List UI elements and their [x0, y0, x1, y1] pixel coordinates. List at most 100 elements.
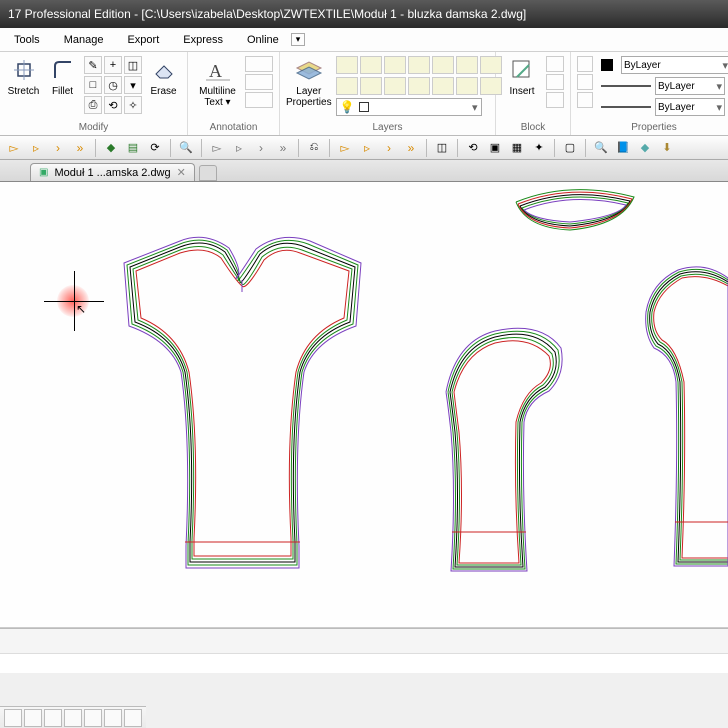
- tb-btn-10[interactable]: ▹: [229, 138, 249, 158]
- modify-mini-1[interactable]: ✎: [84, 56, 102, 74]
- tb-btn-3[interactable]: ›: [48, 138, 68, 158]
- linetype-swatch: [601, 106, 651, 108]
- fillet-button[interactable]: Fillet: [45, 56, 80, 97]
- ribbon-label-layers: Layers: [286, 120, 489, 135]
- lineweight-swatch: [601, 85, 651, 87]
- modify-mini-4[interactable]: □: [84, 76, 102, 94]
- insert-button[interactable]: Insert: [502, 56, 542, 97]
- close-tab-icon[interactable]: ✕: [177, 166, 186, 179]
- layer-btn-11[interactable]: [408, 77, 430, 95]
- menu-bar: Tools Manage Export Express Online ▾: [0, 28, 728, 52]
- status-btn-6[interactable]: [104, 709, 122, 727]
- tb-btn-1[interactable]: ▻: [4, 138, 24, 158]
- tb-btn-26[interactable]: ◆: [635, 138, 655, 158]
- modify-mini-5[interactable]: ◷: [104, 76, 122, 94]
- tb-btn-5[interactable]: ◆: [101, 138, 121, 158]
- tb-btn-24[interactable]: 🔍: [591, 138, 611, 158]
- ribbon-group-layers: Layer Properties: [280, 52, 496, 135]
- modify-mini-grid: ✎ + ◫ □ ◷ ▾ ⎙ ⟲ ✧: [84, 56, 142, 114]
- layer-btn-3[interactable]: [384, 56, 406, 74]
- layer-btn-6[interactable]: [456, 56, 478, 74]
- status-btn-3[interactable]: [44, 709, 62, 727]
- erase-button[interactable]: Erase: [146, 56, 181, 97]
- status-btn-2[interactable]: [24, 709, 42, 727]
- ribbon-group-properties: ByLayer▾ ByLayer▾ ByLayer▾ Properties: [571, 52, 728, 135]
- tb-btn-7[interactable]: ⟳: [145, 138, 165, 158]
- layer-btn-4[interactable]: [408, 56, 430, 74]
- annotation-mini-2[interactable]: [245, 74, 273, 90]
- prop-side-3[interactable]: [577, 92, 593, 108]
- layer-btn-5[interactable]: [432, 56, 454, 74]
- linetype-select[interactable]: ByLayer▾: [655, 98, 725, 116]
- tb-btn-15[interactable]: ▹: [357, 138, 377, 158]
- tb-btn-16[interactable]: ›: [379, 138, 399, 158]
- command-line-input[interactable]: [0, 653, 728, 673]
- menu-dropdown-icon[interactable]: ▾: [291, 33, 306, 46]
- document-tabs: ▣ Moduł 1 ...amska 2.dwg ✕: [0, 160, 728, 182]
- layer-properties-button[interactable]: Layer Properties: [286, 56, 332, 108]
- tb-btn-18[interactable]: ◫: [432, 138, 452, 158]
- menu-express[interactable]: Express: [171, 34, 235, 46]
- modify-mini-8[interactable]: ⟲: [104, 96, 122, 114]
- status-btn-4[interactable]: [64, 709, 82, 727]
- layer-btn-12[interactable]: [432, 77, 454, 95]
- menu-manage[interactable]: Manage: [52, 34, 116, 46]
- multiline-text-button[interactable]: A Multiline Text ▾: [194, 56, 241, 108]
- tb-btn-11[interactable]: ›: [251, 138, 271, 158]
- menu-tools[interactable]: Tools: [2, 34, 52, 46]
- status-btn-1[interactable]: [4, 709, 22, 727]
- annotation-mini-1[interactable]: [245, 56, 273, 72]
- block-mini-1[interactable]: [546, 56, 564, 72]
- status-btn-7[interactable]: [124, 709, 142, 727]
- layer-btn-9[interactable]: [360, 77, 382, 95]
- color-select[interactable]: ByLayer▾: [621, 56, 728, 74]
- pattern-drawing: [0, 182, 728, 628]
- tb-btn-22[interactable]: ✦: [529, 138, 549, 158]
- tb-btn-27[interactable]: ⬇: [657, 138, 677, 158]
- layer-btn-10[interactable]: [384, 77, 406, 95]
- menu-export[interactable]: Export: [115, 34, 171, 46]
- layer-btn-2[interactable]: [360, 56, 382, 74]
- prop-side-1[interactable]: [577, 56, 593, 72]
- annotation-mini-3[interactable]: [245, 92, 273, 108]
- tb-btn-19[interactable]: ⟲: [463, 138, 483, 158]
- tb-btn-2[interactable]: ▹: [26, 138, 46, 158]
- tb-btn-12[interactable]: »: [273, 138, 293, 158]
- tb-btn-13[interactable]: ⎌: [304, 138, 324, 158]
- title-text: 17 Professional Edition - [C:\Users\izab…: [8, 7, 526, 21]
- layer-buttons-row2: [336, 77, 502, 95]
- lineweight-select[interactable]: ByLayer▾: [655, 77, 725, 95]
- block-mini-3[interactable]: [546, 92, 564, 108]
- command-area[interactable]: [0, 628, 728, 672]
- modify-mini-2[interactable]: +: [104, 56, 122, 74]
- stretch-button[interactable]: Stretch: [6, 56, 41, 97]
- ribbon-group-block: Insert Block: [496, 52, 571, 135]
- layer-btn-8[interactable]: [336, 77, 358, 95]
- tb-btn-9[interactable]: ▻: [207, 138, 227, 158]
- tb-btn-21[interactable]: ▦: [507, 138, 527, 158]
- tb-btn-17[interactable]: »: [401, 138, 421, 158]
- tb-btn-25[interactable]: 📘: [613, 138, 633, 158]
- lightbulb-icon: 💡: [340, 100, 355, 114]
- tb-btn-4[interactable]: »: [70, 138, 90, 158]
- tb-btn-14[interactable]: ▻: [335, 138, 355, 158]
- layer-buttons-row1: [336, 56, 502, 74]
- layer-btn-13[interactable]: [456, 77, 478, 95]
- tab-overflow-icon[interactable]: [199, 165, 217, 181]
- block-mini-2[interactable]: [546, 74, 564, 90]
- drawing-canvas[interactable]: ↖: [0, 182, 728, 628]
- modify-mini-9[interactable]: ✧: [124, 96, 142, 114]
- menu-online[interactable]: Online: [235, 34, 291, 46]
- tb-btn-8[interactable]: 🔍: [176, 138, 196, 158]
- document-tab-active[interactable]: ▣ Moduł 1 ...amska 2.dwg ✕: [30, 163, 195, 181]
- modify-mini-6[interactable]: ▾: [124, 76, 142, 94]
- modify-mini-3[interactable]: ◫: [124, 56, 142, 74]
- tb-btn-20[interactable]: ▣: [485, 138, 505, 158]
- layer-current-select[interactable]: 💡 ▾: [336, 98, 482, 116]
- tb-btn-23[interactable]: ▢: [560, 138, 580, 158]
- status-btn-5[interactable]: [84, 709, 102, 727]
- modify-mini-7[interactable]: ⎙: [84, 96, 102, 114]
- layer-btn-1[interactable]: [336, 56, 358, 74]
- prop-side-2[interactable]: [577, 74, 593, 90]
- tb-btn-6[interactable]: ▤: [123, 138, 143, 158]
